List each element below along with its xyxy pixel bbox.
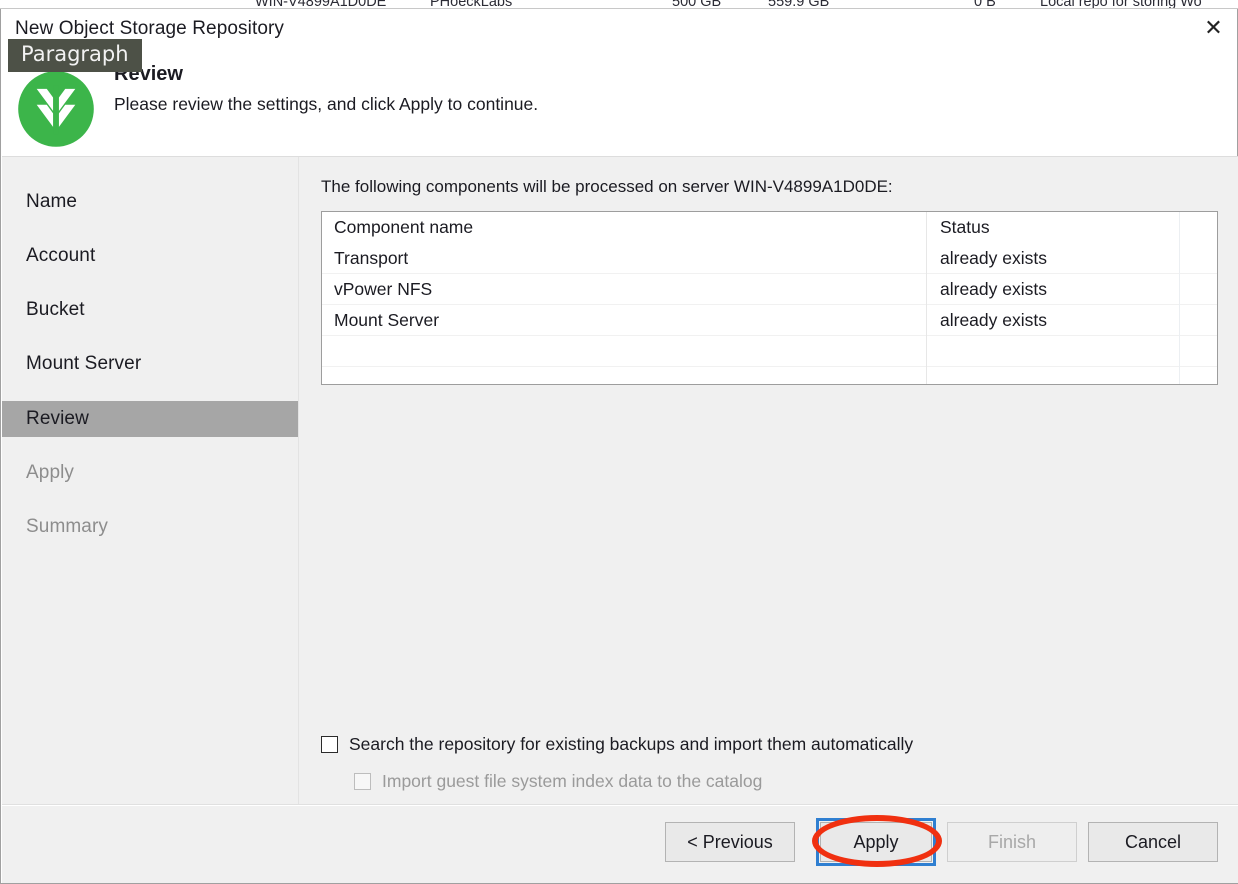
dialog-title: New Object Storage Repository [15,18,285,39]
table-cell: already exists [940,279,1047,299]
dialog-titlebar: New Object Storage Repository ✕ [1,9,1237,54]
cancel-button[interactable]: Cancel [1088,822,1218,862]
dialog-footer: < Previous Apply Finish Cancel [2,806,1238,883]
wizard-step-nav: Name Account Bucket Mount Server Review Apply… [2,157,298,805]
paragraph-tooltip: Paragraph [8,39,142,72]
close-button[interactable]: ✕ [1190,9,1237,49]
background-window-strip: WIN-V4899A1D0DE PHoeckLabs 500 GB 559.9 GB 0… [0,0,1238,9]
sidebar-item-label: Bucket [26,299,85,320]
sidebar-item-bucket[interactable]: Bucket [2,292,298,328]
table-row[interactable] [322,367,1217,384]
table-row[interactable]: vPower NFS already exists [322,274,1217,305]
sidebar-item-label: Review [26,408,89,429]
components-table[interactable]: Component name Status Transport already exi… [321,211,1218,385]
table-cell: Mount Server [334,310,440,330]
sidebar-item-review[interactable]: Review [2,401,298,437]
table-cell: Transport [334,248,409,268]
import-index-checkbox [354,773,371,790]
content-pane: The following components will be process… [299,157,1238,805]
new-object-storage-repository-dialog: New Object Storage Repository ✕ Review P… [0,9,1238,884]
column-header[interactable]: Component name [334,212,473,243]
table-row[interactable]: Transport already exists [322,243,1217,274]
sidebar-item-label: Name [26,191,78,212]
apply-button[interactable]: Apply [816,818,936,866]
sidebar-item-summary: Summary [2,509,298,545]
sidebar-item-label: Summary [26,516,108,537]
column-divider[interactable] [1179,212,1180,384]
page-subtitle: Please review the settings, and click Ap… [114,94,539,114]
screen: WIN-V4899A1D0DE PHoeckLabs 500 GB 559.9 GB 0… [0,0,1238,884]
search-repository-checkbox[interactable] [321,736,338,753]
table-row[interactable]: Mount Server already exists [322,305,1217,336]
table-cell: vPower NFS [334,279,433,299]
sidebar-item-apply: Apply [2,455,298,491]
dialog-header: Review Please review the settings, and c… [1,54,1237,155]
table-header-row: Component name Status [322,212,1217,243]
sidebar-item-label: Mount Server [26,353,142,374]
veeam-logo-icon [14,67,98,151]
import-index-label: Import guest file system index data to t… [382,771,763,791]
sidebar-item-label: Apply [26,462,75,483]
sidebar-item-name[interactable]: Name [2,184,298,220]
finish-button: Finish [947,822,1077,862]
close-icon: ✕ [1204,16,1223,41]
search-repository-label: Search the repository for existing backu… [349,734,914,754]
dialog-body: Name Account Bucket Mount Server Review Apply… [2,157,1238,805]
table-cell: already exists [940,310,1047,330]
table-row[interactable] [322,336,1217,367]
sidebar-item-account[interactable]: Account [2,238,298,274]
checkbox-row-import-backups[interactable]: Search the repository for existing backu… [321,734,913,755]
previous-button[interactable]: < Previous [665,822,795,862]
column-divider[interactable] [926,212,927,384]
sidebar-item-mount-server[interactable]: Mount Server [2,346,298,382]
column-header[interactable]: Status [940,212,990,243]
checkbox-row-import-index: Import guest file system index data to t… [354,771,762,792]
sidebar-item-label: Account [26,245,96,266]
components-intro-text: The following components will be process… [321,177,893,196]
table-cell: already exists [940,248,1047,268]
